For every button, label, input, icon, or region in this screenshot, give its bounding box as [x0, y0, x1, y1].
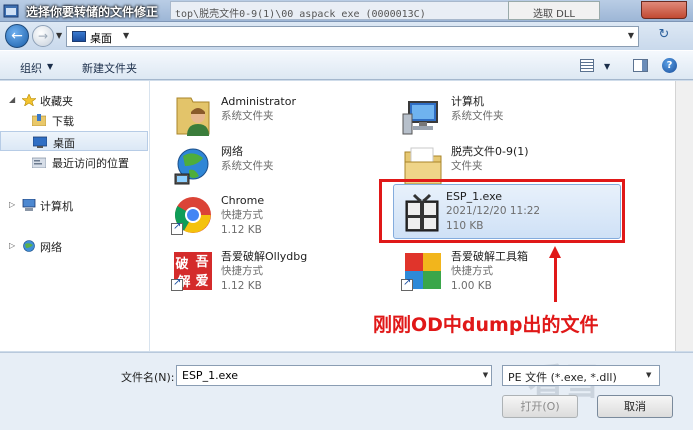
sidebar-item-desktop[interactable]: 桌面 [0, 131, 148, 151]
address-dropdown-icon[interactable]: ▼ [628, 31, 634, 40]
file-item-toolbox[interactable]: 吾爱破解工具箱 快捷方式 1.00 KB [389, 246, 619, 292]
file-size: 1.00 KB [451, 280, 492, 292]
recent-pages-chevron-icon[interactable]: ▼ [56, 31, 62, 40]
breadcrumb-chevron-icon[interactable]: ▼ [123, 31, 129, 40]
highlight-box [379, 179, 625, 243]
filename-label: 文件名(N): [121, 371, 175, 384]
file-size: 1.12 KB [221, 224, 262, 236]
address-bar[interactable]: 桌面 ▼ ▼ [66, 26, 639, 47]
filetype-dropdown-icon[interactable]: ▼ [646, 366, 651, 379]
organize-chevron-icon[interactable]: ▼ [47, 62, 53, 71]
background-select-dll-button: 选取 DLL [508, 1, 600, 20]
address-row: ← → ▼ 桌面 ▼ ▼ ↻ [0, 22, 693, 50]
file-type: 系统文件夹 [221, 160, 274, 172]
sidebar-label-desktop: 桌面 [53, 137, 75, 150]
file-item-network[interactable]: 网络 系统文件夹 [159, 141, 389, 187]
open-button[interactable]: 打开(O) [502, 395, 578, 418]
expand-triangle-icon[interactable]: ▷ [9, 200, 15, 209]
organize-button[interactable]: 组织 [20, 60, 42, 76]
window-title: 选择你要转储的文件修正 [26, 5, 159, 19]
bottom-panel: 看雪 文件名(N): ▼ PE 文件 (*.exe, *.dll) ▼ 打开(O… [0, 352, 693, 430]
file-name: Administrator [221, 95, 296, 108]
new-folder-button[interactable]: 新建文件夹 [82, 60, 137, 76]
vertical-scrollbar[interactable] [675, 81, 693, 351]
expand-triangle-icon[interactable]: ▷ [9, 241, 15, 250]
file-type: 文件夹 [451, 160, 483, 172]
downloads-folder-icon [32, 114, 46, 126]
star-icon [22, 94, 36, 106]
sidebar-label-computer: 计算机 [40, 200, 73, 213]
network-globe-icon [174, 148, 209, 185]
computer-icon [22, 199, 36, 211]
sidebar-item-computer[interactable]: ▷ 计算机 [0, 195, 148, 215]
annotation-text: 刚刚OD中dump出的文件 [373, 314, 599, 336]
arrow-left-icon: ← [11, 28, 23, 44]
preview-pane-icon[interactable] [633, 59, 648, 72]
sidebar-label-downloads: 下载 [52, 115, 74, 128]
forward-button[interactable]: → [32, 25, 54, 47]
file-type: 系统文件夹 [221, 110, 274, 122]
file-item-chrome[interactable]: Chrome 快捷方式 1.12 KB [159, 190, 389, 236]
refresh-button[interactable]: ↻ [644, 27, 684, 46]
cancel-button[interactable]: 取消 [597, 395, 673, 418]
desktop-icon [33, 136, 47, 148]
recent-places-icon [32, 157, 46, 168]
refresh-icon: ↻ [658, 27, 670, 42]
computer-icon [402, 101, 438, 135]
file-type: 系统文件夹 [451, 110, 504, 122]
file-item-ollydbg[interactable]: 破 吾 解 爱 吾爱破解Ollydbg 快捷方式 1.12 KB [159, 246, 389, 292]
sidebar-item-network[interactable]: ▷ 网络 [0, 236, 148, 256]
app-icon [3, 4, 19, 18]
sidebar-label-favorites: 收藏夹 [40, 95, 73, 108]
filename-dropdown-icon[interactable]: ▼ [480, 366, 491, 385]
close-button[interactable] [641, 1, 687, 19]
navigation-pane: ◢ 收藏夹 下载 桌面 最近访问的位置 ▷ 计算机 ▷ 网络 [0, 81, 150, 351]
sidebar-label-recent-places: 最近访问的位置 [52, 157, 129, 170]
sidebar-item-downloads[interactable]: 下载 [0, 110, 148, 130]
annotation-arrow-shaft [554, 256, 557, 302]
view-chevron-icon[interactable]: ▼ [604, 62, 610, 71]
shortcut-arrow-icon [171, 221, 183, 235]
shortcut-arrow-icon [401, 277, 413, 291]
file-type: 快捷方式 [221, 209, 263, 221]
address-location[interactable]: 桌面 [90, 30, 112, 46]
user-folder-icon [176, 97, 210, 136]
file-type: 快捷方式 [221, 265, 263, 277]
network-icon [23, 240, 35, 252]
help-icon[interactable]: ? [662, 58, 677, 73]
view-options-icon[interactable] [580, 59, 594, 72]
file-name: 网络 [221, 145, 243, 158]
file-type: 快捷方式 [451, 265, 493, 277]
file-name: 吾爱破解Ollydbg [221, 250, 308, 263]
desktop-icon [72, 31, 86, 42]
file-size: 1.12 KB [221, 280, 262, 292]
toolbar: 组织 ▼ 新建文件夹 ▼ ? [0, 50, 693, 80]
filetype-select[interactable]: PE 文件 (*.exe, *.dll) [502, 365, 660, 386]
logo-char-1: 破 [175, 256, 188, 272]
file-item-computer[interactable]: 计算机 系统文件夹 [389, 91, 619, 137]
back-button[interactable]: ← [5, 24, 29, 48]
sidebar-item-recent-places[interactable]: 最近访问的位置 [0, 152, 148, 172]
file-name: 吾爱破解工具箱 [451, 250, 528, 263]
filename-input[interactable] [176, 365, 492, 386]
logo-char-4: 爱 [195, 273, 208, 289]
file-name: 计算机 [451, 95, 484, 108]
logo-char-2: 吾 [195, 255, 208, 270]
file-name: 脱壳文件0-9(1) [451, 145, 529, 158]
sidebar-label-network: 网络 [40, 241, 62, 254]
sidebar-item-favorites[interactable]: ◢ 收藏夹 [0, 90, 148, 110]
shortcut-arrow-icon [171, 277, 183, 291]
file-item-administrator[interactable]: Administrator 系统文件夹 [159, 91, 389, 137]
title-bar: top\脱壳文件0-9(1)\00 aspack exe (0000013C) … [0, 0, 693, 22]
arrow-right-icon: → [37, 29, 49, 43]
file-name: Chrome [221, 194, 265, 207]
expand-triangle-icon[interactable]: ◢ [9, 95, 15, 104]
